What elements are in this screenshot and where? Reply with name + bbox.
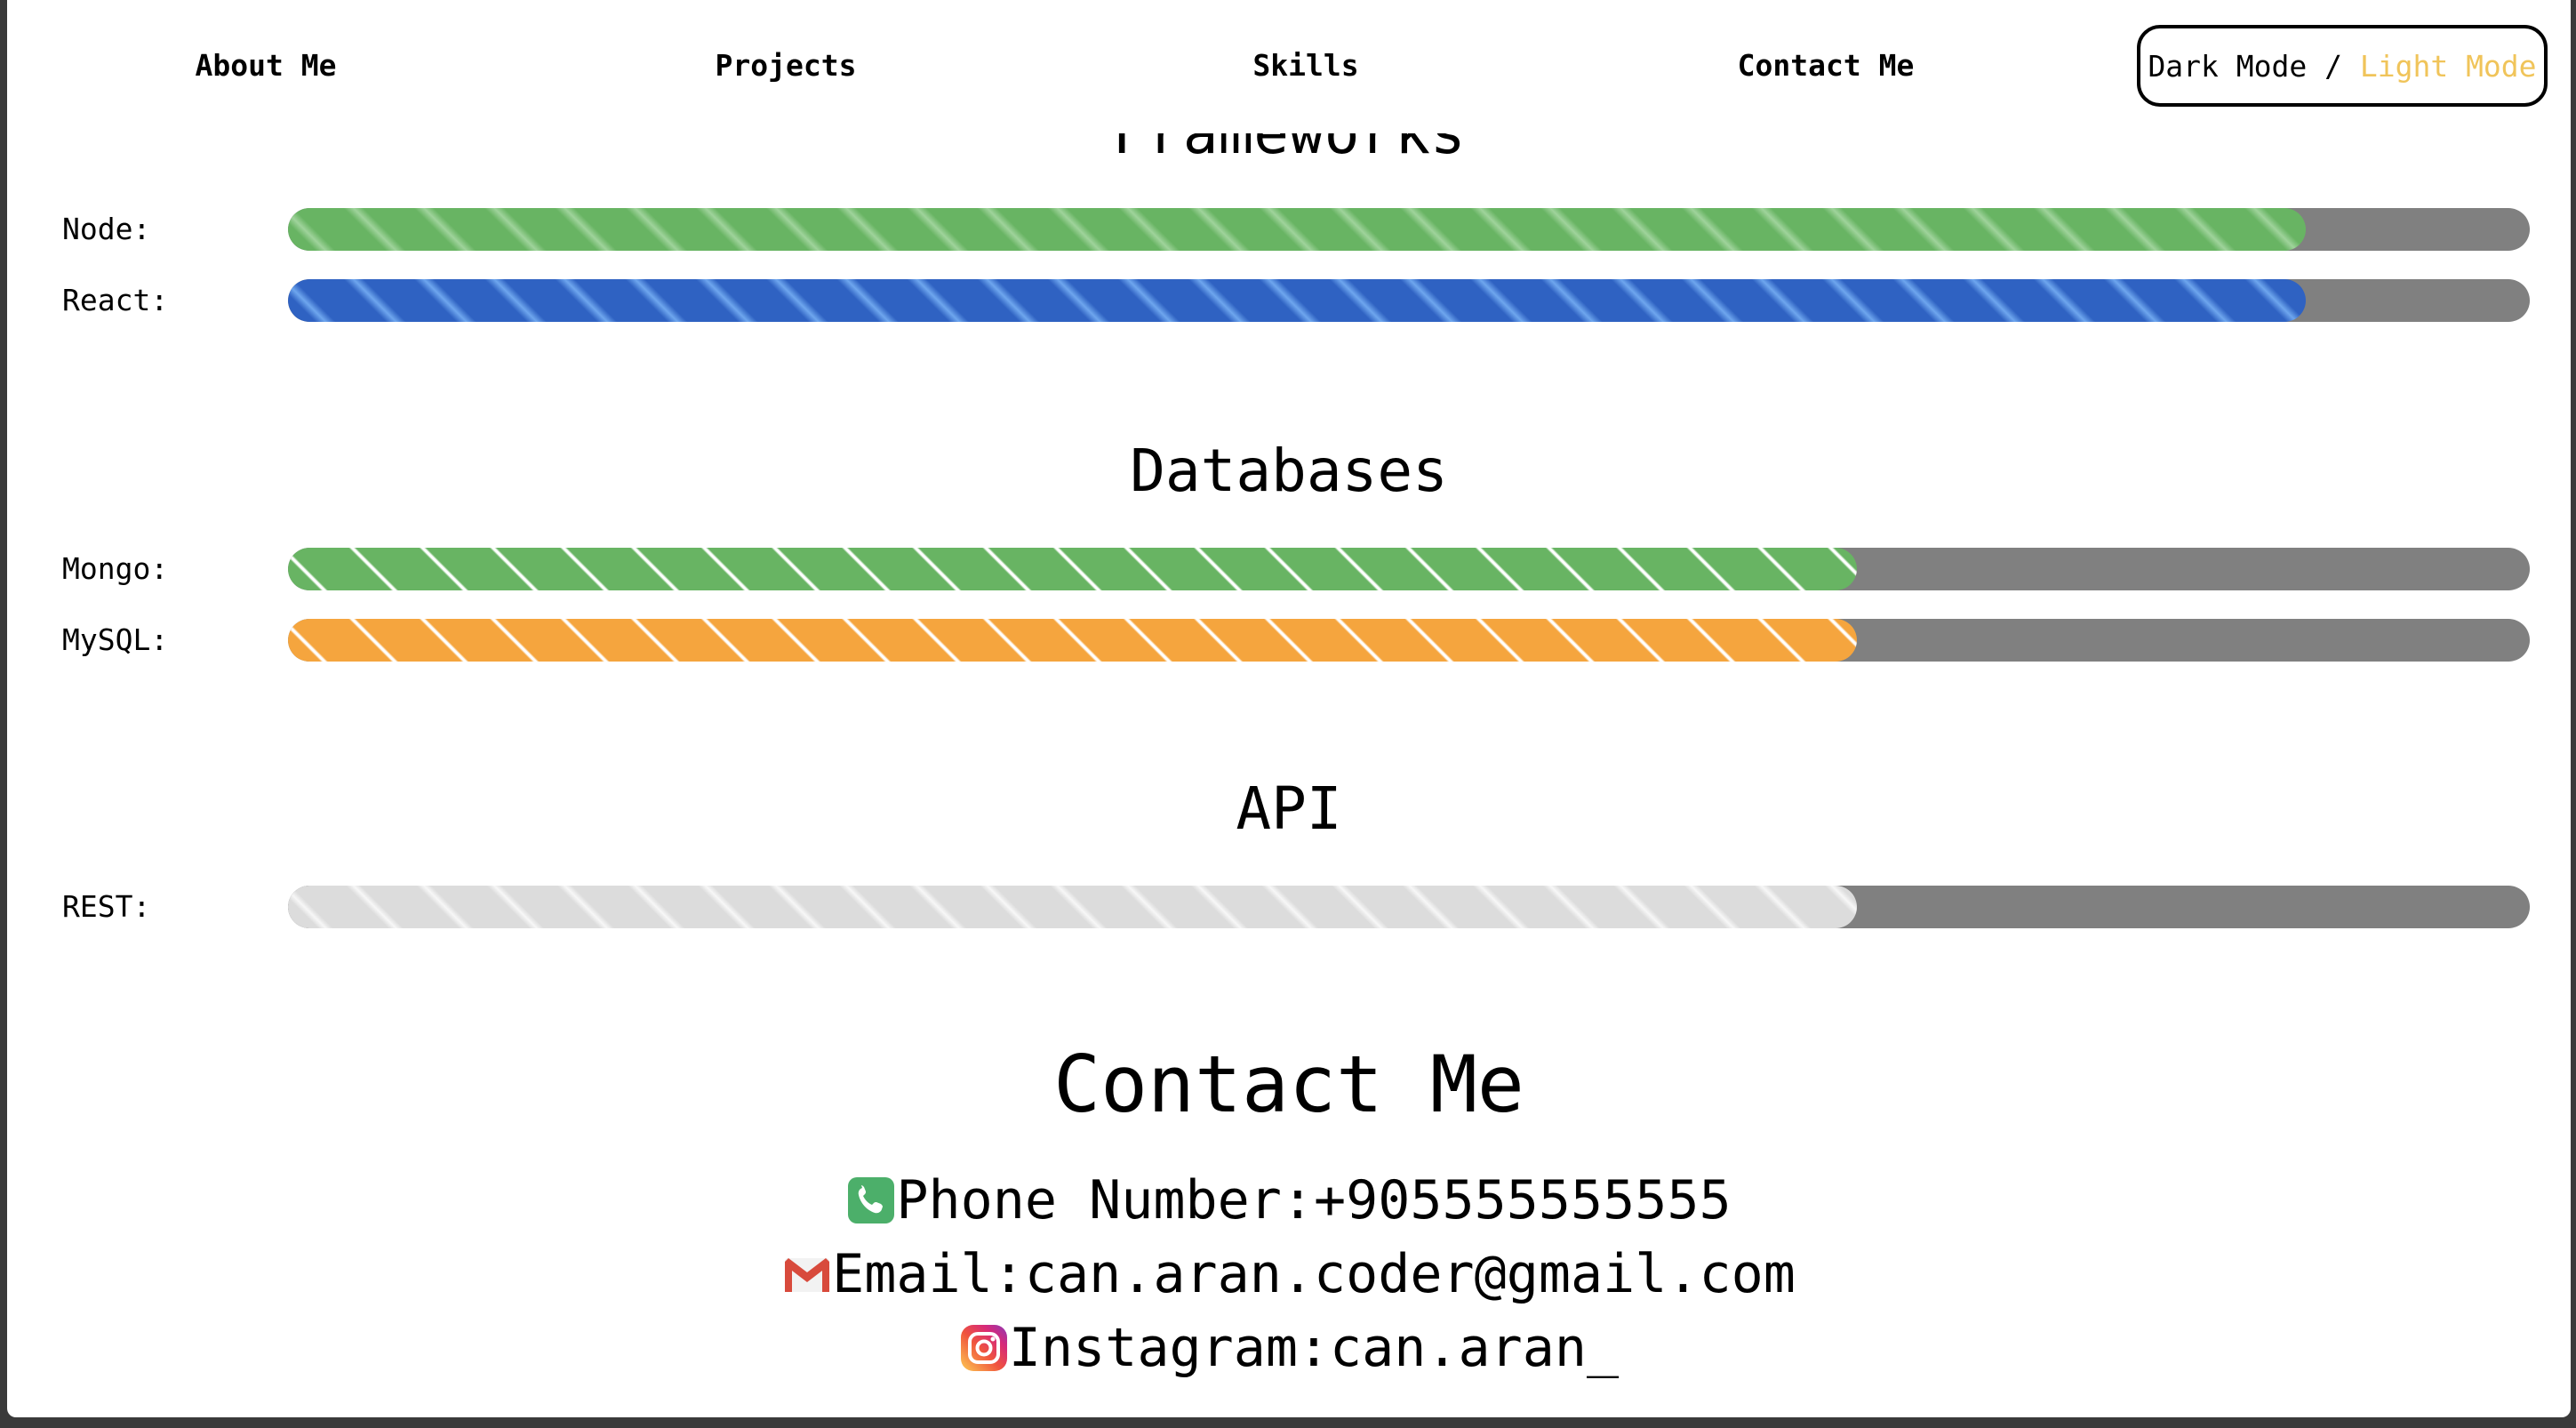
phone-text[interactable]: Phone Number:+905555555555 <box>896 1167 1731 1234</box>
skill-label-mongo: Mongo: <box>62 551 169 586</box>
top-nav: About Me Projects Skills Contact Me Dark… <box>7 0 2571 133</box>
instagram-text[interactable]: Instagram:can.aran_ <box>1009 1314 1619 1382</box>
skill-fill-mongo <box>288 548 1858 590</box>
browser-page: Frameworks About Me Projects Skills Cont… <box>7 0 2571 1417</box>
skill-fill-mysql <box>288 619 1858 662</box>
email-text[interactable]: Email:can.aran.coder@gmail.com <box>832 1240 1796 1308</box>
section-title-api: API <box>1236 774 1342 843</box>
skill-label-rest: REST: <box>62 889 151 924</box>
skill-fill-react <box>288 279 2306 322</box>
nav-projects[interactable]: Projects <box>716 46 857 85</box>
nav-about-me[interactable]: About Me <box>196 46 337 85</box>
phone-icon <box>846 1175 896 1225</box>
light-mode-label: Light Mode <box>2359 48 2537 84</box>
nav-contact-me[interactable]: Contact Me <box>1738 46 1915 85</box>
contact-phone-line: Phone Number:+905555555555 <box>7 1167 2571 1241</box>
skill-bar-mongo <box>288 548 2530 590</box>
contact-instagram-line: Instagram:can.aran_ <box>7 1314 2571 1389</box>
dark-mode-label: Dark Mode / <box>2148 48 2360 84</box>
skill-label-mysql: MySQL: <box>62 622 169 657</box>
skill-bar-node <box>288 208 2530 251</box>
skill-fill-rest <box>288 886 1858 928</box>
skill-bar-rest <box>288 886 2530 928</box>
skill-bar-react <box>288 279 2530 322</box>
skill-label-node: Node: <box>62 212 151 246</box>
contact-email-line: Email:can.aran.coder@gmail.com <box>7 1240 2571 1315</box>
skill-label-react: React: <box>62 283 169 317</box>
nav-skills[interactable]: Skills <box>1252 46 1358 85</box>
skill-fill-node <box>288 208 2306 251</box>
theme-toggle-button[interactable]: Dark Mode / Light Mode <box>2137 25 2548 107</box>
contact-title: Contact Me <box>1053 1039 1524 1130</box>
gmail-icon <box>782 1249 832 1299</box>
skill-bar-mysql <box>288 619 2530 662</box>
instagram-icon <box>959 1323 1009 1373</box>
section-title-databases: Databases <box>1130 437 1448 505</box>
